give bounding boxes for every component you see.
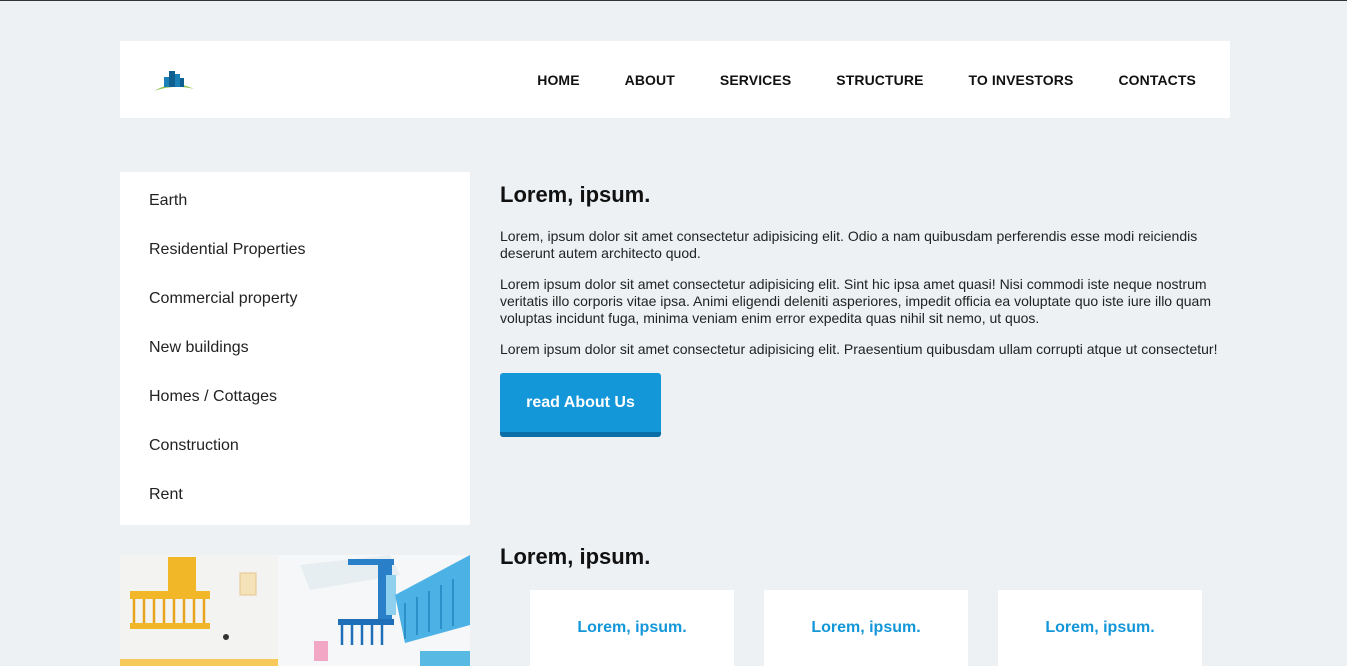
- about-title: Lorem, ipsum.: [500, 182, 651, 207]
- nav-structure[interactable]: STRUCTURE: [836, 72, 923, 88]
- about-paragraph: Lorem, ipsum dolor sit amet consectetur …: [500, 228, 1198, 261]
- about-paragraph: Lorem ipsum dolor sit amet consectetur a…: [500, 341, 1218, 357]
- service-card[interactable]: Lorem, ipsum.: [530, 590, 734, 666]
- services-title: Lorem, ipsum.: [500, 544, 651, 569]
- service-card-title: Lorem, ipsum.: [811, 619, 921, 636]
- site-header: HOME ABOUT SERVICES STRUCTURE TO INVESTO…: [120, 41, 1230, 118]
- about-section: Lorem, ipsum. Lorem, ipsum dolor sit ame…: [500, 172, 1230, 437]
- nav-to-investors[interactable]: TO INVESTORS: [969, 72, 1074, 88]
- nav-services[interactable]: SERVICES: [720, 72, 791, 88]
- read-about-us-button[interactable]: read About Us: [500, 373, 661, 437]
- buildings-photo: [120, 555, 470, 666]
- sidebar-item-residential-properties[interactable]: Residential Properties: [120, 227, 470, 276]
- nav-about[interactable]: ABOUT: [625, 72, 675, 88]
- sidebar-item-new-buildings[interactable]: New buildings: [120, 325, 470, 374]
- about-paragraph: Lorem ipsum dolor sit amet consectetur a…: [500, 276, 1211, 326]
- sidebar-item-rent[interactable]: Rent: [120, 472, 470, 521]
- services-cards: Lorem, ipsum. Lorem, ipsum. Lorem, ipsum…: [530, 590, 1202, 666]
- service-card[interactable]: Lorem, ipsum.: [764, 590, 968, 666]
- nav-contacts[interactable]: CONTACTS: [1118, 72, 1196, 88]
- sidebar-item-homes-cottages[interactable]: Homes / Cottages: [120, 374, 470, 423]
- service-card-title: Lorem, ipsum.: [1045, 619, 1155, 636]
- sidebar-item-earth[interactable]: Earth: [120, 178, 470, 227]
- service-card[interactable]: Lorem, ipsum.: [998, 590, 1202, 666]
- main-nav: HOME ABOUT SERVICES STRUCTURE TO INVESTO…: [492, 72, 1196, 88]
- nav-home[interactable]: HOME: [537, 72, 579, 88]
- building-logo-icon[interactable]: [152, 65, 196, 95]
- service-card-title: Lorem, ipsum.: [577, 619, 687, 636]
- sidebar-item-construction[interactable]: Construction: [120, 423, 470, 472]
- colorful-balconies-image: [120, 555, 470, 666]
- sidebar-item-commercial-property[interactable]: Commercial property: [120, 276, 470, 325]
- category-sidebar: Earth Residential Properties Commercial …: [120, 172, 470, 525]
